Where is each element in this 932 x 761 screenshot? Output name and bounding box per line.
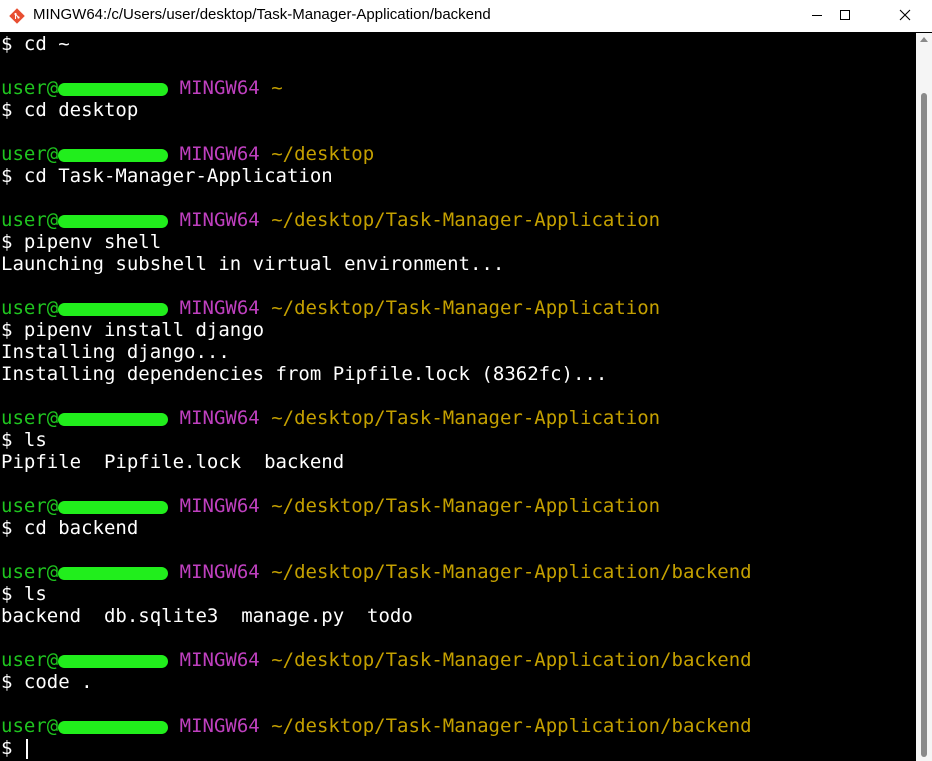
output-line: Installing dependencies from Pipfile.loc… <box>1 363 608 385</box>
prompt-path: ~/desktop <box>271 143 375 165</box>
prompt-line: user@ MINGW64 ~/desktop/Task-Manager-App… <box>1 209 660 231</box>
command-line: $ pipenv install django <box>1 319 265 341</box>
command-line: $ cd Task-Manager-Application <box>1 165 333 187</box>
redacted-hostname <box>58 566 169 580</box>
redacted-hostname <box>58 412 169 426</box>
redacted-hostname <box>58 302 169 316</box>
command-line: $ pipenv shell <box>1 231 162 253</box>
scrollbar-thumb[interactable] <box>921 93 927 757</box>
prompt-line: user@ MINGW64 ~/desktop/Task-Manager-App… <box>1 407 660 429</box>
title-bar[interactable]: MINGW64:/c/Users/user/desktop/Task-Manag… <box>0 0 932 32</box>
input-prompt-symbol: $ <box>1 737 24 759</box>
prompt-shell: MINGW64 <box>179 561 260 583</box>
git-bash-icon <box>9 8 25 24</box>
command-line: $ ls <box>1 583 47 605</box>
prompt-user: user@ <box>1 297 59 319</box>
output-line: Launching subshell in virtual environmen… <box>1 253 505 275</box>
prompt-path: ~/desktop/Task-Manager-Application <box>271 407 661 429</box>
command-line: $ ls <box>1 429 47 451</box>
command-line: $ cd backend <box>1 517 139 539</box>
maximize-button[interactable] <box>822 0 868 30</box>
vertical-scrollbar[interactable] <box>916 33 932 761</box>
prompt-shell: MINGW64 <box>179 143 260 165</box>
redacted-hostname <box>58 654 169 668</box>
prompt-user: user@ <box>1 561 59 583</box>
command-input-line[interactable]: $ <box>1 737 28 759</box>
scroll-up-arrow-icon[interactable] <box>920 37 928 42</box>
prompt-shell: MINGW64 <box>179 495 260 517</box>
prompt-line: user@ MINGW64 ~/desktop <box>1 143 374 165</box>
output-line: Pipfile Pipfile.lock backend <box>1 451 345 473</box>
redacted-hostname <box>58 82 169 96</box>
prompt-line: user@ MINGW64 ~ <box>1 77 283 99</box>
text-cursor <box>25 738 28 759</box>
prompt-line: user@ MINGW64 ~/desktop/Task-Manager-App… <box>1 715 752 737</box>
prompt-user: user@ <box>1 209 59 231</box>
prompt-user: user@ <box>1 649 59 671</box>
prompt-shell: MINGW64 <box>179 209 260 231</box>
prompt-user: user@ <box>1 77 59 99</box>
prompt-shell: MINGW64 <box>179 297 260 319</box>
prompt-path: ~/desktop/Task-Manager-Application <box>271 297 661 319</box>
command-line: $ cd ~ <box>1 33 70 55</box>
prompt-path: ~ <box>271 77 283 99</box>
redacted-hostname <box>58 500 169 514</box>
prompt-shell: MINGW64 <box>179 715 260 737</box>
prompt-shell: MINGW64 <box>179 407 260 429</box>
prompt-path: ~/desktop/Task-Manager-Application <box>271 209 661 231</box>
redacted-hostname <box>58 214 169 228</box>
command-line: $ code . <box>1 671 93 693</box>
prompt-user: user@ <box>1 407 59 429</box>
terminal-window: MINGW64:/c/Users/user/desktop/Task-Manag… <box>0 0 932 761</box>
prompt-line: user@ MINGW64 ~/desktop/Task-Manager-App… <box>1 561 752 583</box>
redacted-hostname <box>58 148 169 162</box>
terminal-output[interactable]: $ cd ~ user@ MINGW64 ~ $ cd desktop user@ M… <box>0 33 916 761</box>
prompt-path: ~/desktop/Task-Manager-Application <box>271 495 661 517</box>
maximize-icon <box>839 9 851 21</box>
window-title: MINGW64:/c/Users/user/desktop/Task-Manag… <box>33 6 491 23</box>
prompt-user: user@ <box>1 715 59 737</box>
close-button[interactable] <box>882 0 928 30</box>
prompt-user: user@ <box>1 143 59 165</box>
output-line: Installing django... <box>1 341 230 363</box>
prompt-line: user@ MINGW64 ~/desktop/Task-Manager-App… <box>1 649 752 671</box>
prompt-line: user@ MINGW64 ~/desktop/Task-Manager-App… <box>1 297 660 319</box>
prompt-path: ~/desktop/Task-Manager-Application/backe… <box>271 649 752 671</box>
close-icon <box>899 9 911 21</box>
prompt-user: user@ <box>1 495 59 517</box>
prompt-path: ~/desktop/Task-Manager-Application/backe… <box>271 715 752 737</box>
prompt-path: ~/desktop/Task-Manager-Application/backe… <box>271 561 752 583</box>
command-line: $ cd desktop <box>1 99 139 121</box>
prompt-shell: MINGW64 <box>179 649 260 671</box>
redacted-hostname <box>58 720 169 734</box>
prompt-shell: MINGW64 <box>179 77 260 99</box>
output-line: backend db.sqlite3 manage.py todo <box>1 605 413 627</box>
prompt-line: user@ MINGW64 ~/desktop/Task-Manager-App… <box>1 495 660 517</box>
